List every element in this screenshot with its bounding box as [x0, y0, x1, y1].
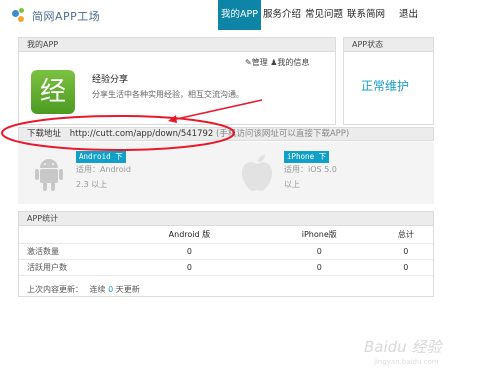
logo-icon — [12, 8, 28, 24]
app-icon[interactable]: 经 — [31, 70, 75, 114]
last-update-days: 0 — [108, 285, 114, 294]
edit-icon: ✎ — [245, 58, 252, 67]
last-update-label: 上次内容更新： — [27, 285, 83, 294]
cell-value: 0 — [378, 243, 433, 260]
app-status-panel: APP状态 正常维护 — [343, 37, 434, 125]
nav-faq[interactable]: 常见问题 — [303, 0, 345, 30]
stats-table: Android 版 iPhone版 总计 激活数量 0 0 0 活跃用户数 0 … — [19, 227, 433, 276]
apple-icon — [242, 155, 272, 191]
cell-value: 0 — [259, 259, 379, 276]
stats-col-empty — [19, 227, 119, 244]
app-stats-title: APP统计 — [19, 212, 433, 226]
table-row: 激活数量 0 0 0 — [19, 243, 433, 260]
last-update: 上次内容更新： 连续 0 天更新 — [27, 284, 140, 295]
watermark-logo: Baidu 经验 — [364, 338, 442, 356]
app-description: 分享生活中各种实用经验，相互交流沟通。 — [92, 90, 244, 99]
nav-my-app[interactable]: 我的APP — [218, 0, 261, 30]
nav-service-intro[interactable]: 服务介绍 — [261, 0, 303, 30]
stats-col-android: Android 版 — [119, 227, 260, 244]
logo[interactable]: 简网APP工场 — [12, 8, 100, 24]
my-app-panel: 我的APP ✎管理 ♟我的信息 经 经验分享 分享生活中各种实用经验，相互交流沟… — [18, 37, 336, 125]
android-icon — [35, 159, 63, 191]
download-url[interactable]: http://cutt.com/app/down/541792 — [70, 129, 214, 139]
stats-col-iphone: iPhone版 — [259, 227, 379, 244]
my-info-link[interactable]: 我的信息 — [277, 58, 309, 67]
app-name: 经验分享 — [92, 75, 129, 85]
top-bar: 简网APP工场 我的APP 服务介绍 常见问题 联系简网 退出 — [0, 0, 480, 34]
last-update-suffix: 天更新 — [115, 285, 140, 294]
android-download-card: Android 下 适用：Android 2.3 以上 — [18, 142, 226, 204]
row-label: 活跃用户数 — [19, 259, 119, 276]
nav-contact[interactable]: 联系简网 — [345, 0, 387, 30]
iphone-download-button[interactable]: iPhone 下 — [284, 151, 330, 163]
manage-link[interactable]: 管理 — [252, 58, 268, 67]
app-status-value: 正常维护 — [361, 79, 410, 93]
my-app-panel-title: 我的APP — [19, 38, 335, 52]
iphone-version: 以上 — [284, 180, 300, 189]
cell-value: 0 — [119, 259, 260, 276]
app-status-title: APP状态 — [344, 38, 433, 52]
stats-col-total: 总计 — [378, 227, 433, 244]
cell-value: 0 — [259, 243, 379, 260]
last-update-prefix: 连续 — [89, 285, 106, 294]
logo-text: 简网APP工场 — [32, 10, 101, 23]
watermark-url: jingyan.baidu.com — [374, 358, 439, 366]
iphone-download-card: iPhone 下 适用：iOS 5.0 以上 — [226, 142, 434, 204]
android-download-button[interactable]: Android 下 — [76, 151, 126, 163]
app-stats-panel: APP统计 Android 版 iPhone版 总计 激活数量 0 0 0 活跃… — [18, 211, 434, 297]
android-version: 2.3 以上 — [76, 180, 108, 189]
main-nav: 我的APP 服务介绍 常见问题 联系简网 退出 — [218, 0, 420, 30]
stats-header-row: Android 版 iPhone版 总计 — [19, 227, 433, 244]
app-links: ✎管理 ♟我的信息 — [245, 57, 309, 68]
table-row: 活跃用户数 0 0 0 — [19, 259, 433, 276]
download-hint: (手机访问该网址可以直接下载APP) — [216, 129, 350, 139]
nav-logout[interactable]: 退出 — [397, 0, 420, 30]
row-label: 激活数量 — [19, 243, 119, 260]
cell-value: 0 — [119, 243, 260, 260]
iphone-requirement: 适用：iOS 5.0 — [284, 165, 337, 174]
download-bar: 下载地址 http://cutt.com/app/down/541792 (手机… — [18, 127, 434, 141]
cell-value: 0 — [378, 259, 433, 276]
download-label: 下载地址 — [27, 129, 62, 139]
android-requirement: 适用：Android — [76, 165, 131, 174]
